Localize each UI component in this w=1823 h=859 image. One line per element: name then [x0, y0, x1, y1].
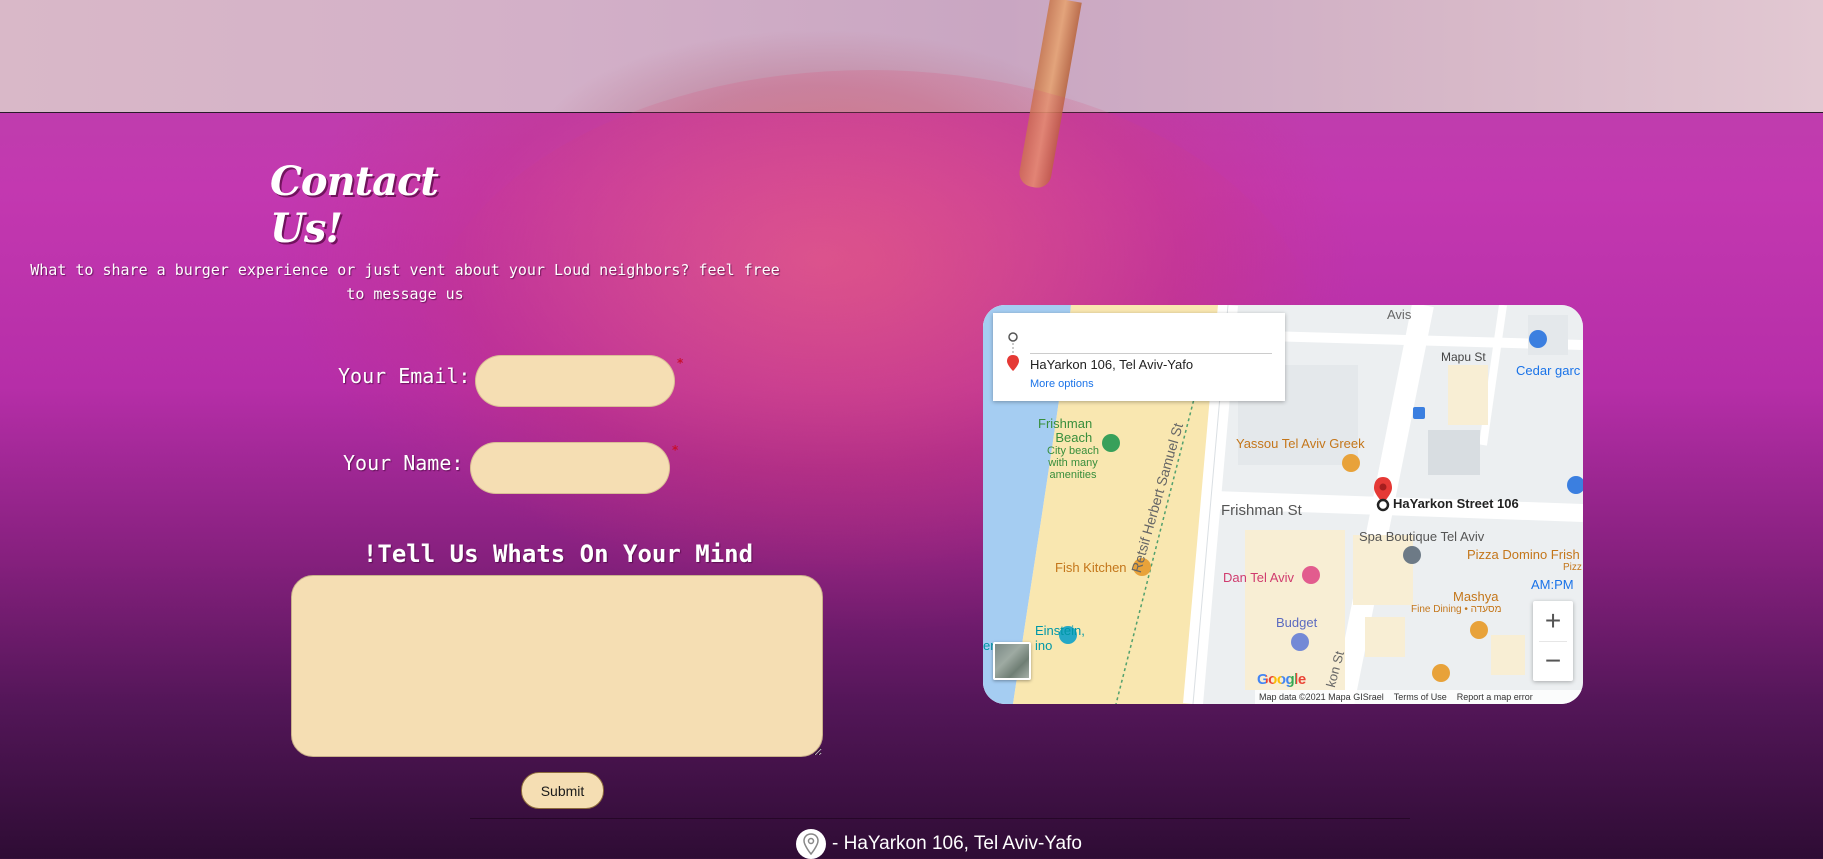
zoom-in-button[interactable]: + [1533, 601, 1573, 641]
map-label-pizza: Pizza Domino Frish [1467, 547, 1580, 562]
map-label-spa: Spa Boutique Tel Aviv [1359, 529, 1485, 544]
google-logo-text: Google [1257, 671, 1306, 688]
terms-link[interactable]: Terms of Use [1394, 692, 1447, 702]
zoom-out-button[interactable]: − [1533, 641, 1573, 681]
footer-divider [470, 818, 1410, 819]
directions-divider [1030, 353, 1272, 354]
attribution-data: Map data ©2021 Mapa GISrael [1259, 692, 1384, 702]
map-label-cedar: Cedar garc [1516, 363, 1581, 378]
map-attribution: Map data ©2021 Mapa GISrael Terms of Use… [1255, 690, 1583, 704]
map-label-yassou: Yassou Tel Aviv Greek [1236, 436, 1365, 451]
map-label-ampm: AM:PM [1531, 577, 1574, 592]
map-label-frishman-st: Frishman St [1221, 502, 1302, 519]
footer-address: - HaYarkon 106, Tel Aviv-Yafo [796, 828, 1082, 859]
report-error-link[interactable]: Report a map error [1457, 692, 1533, 702]
submit-button[interactable]: Submit [521, 772, 604, 809]
google-logo: Google [1257, 671, 1306, 688]
footer-address-text: - HaYarkon 106, Tel Aviv-Yafo [832, 833, 1082, 854]
map-label-fish-kitchen: Fish Kitchen [1055, 560, 1127, 575]
name-required-mark: * [672, 443, 679, 457]
more-options-link[interactable]: More options [1030, 378, 1094, 390]
map-label-einstein3: ino [1035, 638, 1053, 653]
map-label-frishman-beach: Frishman Beach [1038, 416, 1093, 445]
map-directions-card: HaYarkon 106, Tel Aviv-Yafo More options [993, 313, 1285, 401]
email-required-mark: * [677, 356, 684, 370]
map-label-einstein: Einstein, [1035, 623, 1085, 638]
message-textarea[interactable] [291, 575, 823, 757]
route-icon [1007, 332, 1019, 371]
map-label-mashya-desc: Fine Dining • מסעדה [1411, 604, 1502, 615]
map-label-beach-desc: City beach with many amenities [1047, 445, 1099, 481]
message-title: !Tell Us Whats On Your Mind [362, 540, 754, 568]
map-label-mapu: Mapu St [1441, 350, 1486, 364]
email-label: Your Email: [338, 364, 471, 388]
location-pin-icon [796, 829, 826, 859]
name-label: Your Name: [343, 451, 464, 475]
directions-address: HaYarkon 106, Tel Aviv-Yafo [1030, 357, 1194, 372]
map-marker-label: HaYarkon Street 106 [1393, 496, 1519, 511]
map-label-mashya: Mashya [1453, 589, 1499, 604]
name-field[interactable] [470, 442, 670, 494]
map-label-dan: Dan Tel Aviv [1223, 570, 1295, 585]
email-field[interactable] [475, 355, 675, 407]
location-map[interactable]: Avis Mapu St Cedar garc Frishman Beach C… [983, 305, 1583, 704]
intro-text: What to share a burger experience or jus… [30, 261, 780, 303]
satellite-toggle[interactable] [993, 642, 1031, 680]
map-label-budget: Budget [1276, 615, 1318, 630]
zoom-controls: + − [1533, 601, 1573, 681]
page-title: Contact Us! [270, 158, 439, 252]
map-label-avis: Avis [1387, 307, 1412, 322]
map-label-pizza2: Pizz [1563, 562, 1582, 573]
